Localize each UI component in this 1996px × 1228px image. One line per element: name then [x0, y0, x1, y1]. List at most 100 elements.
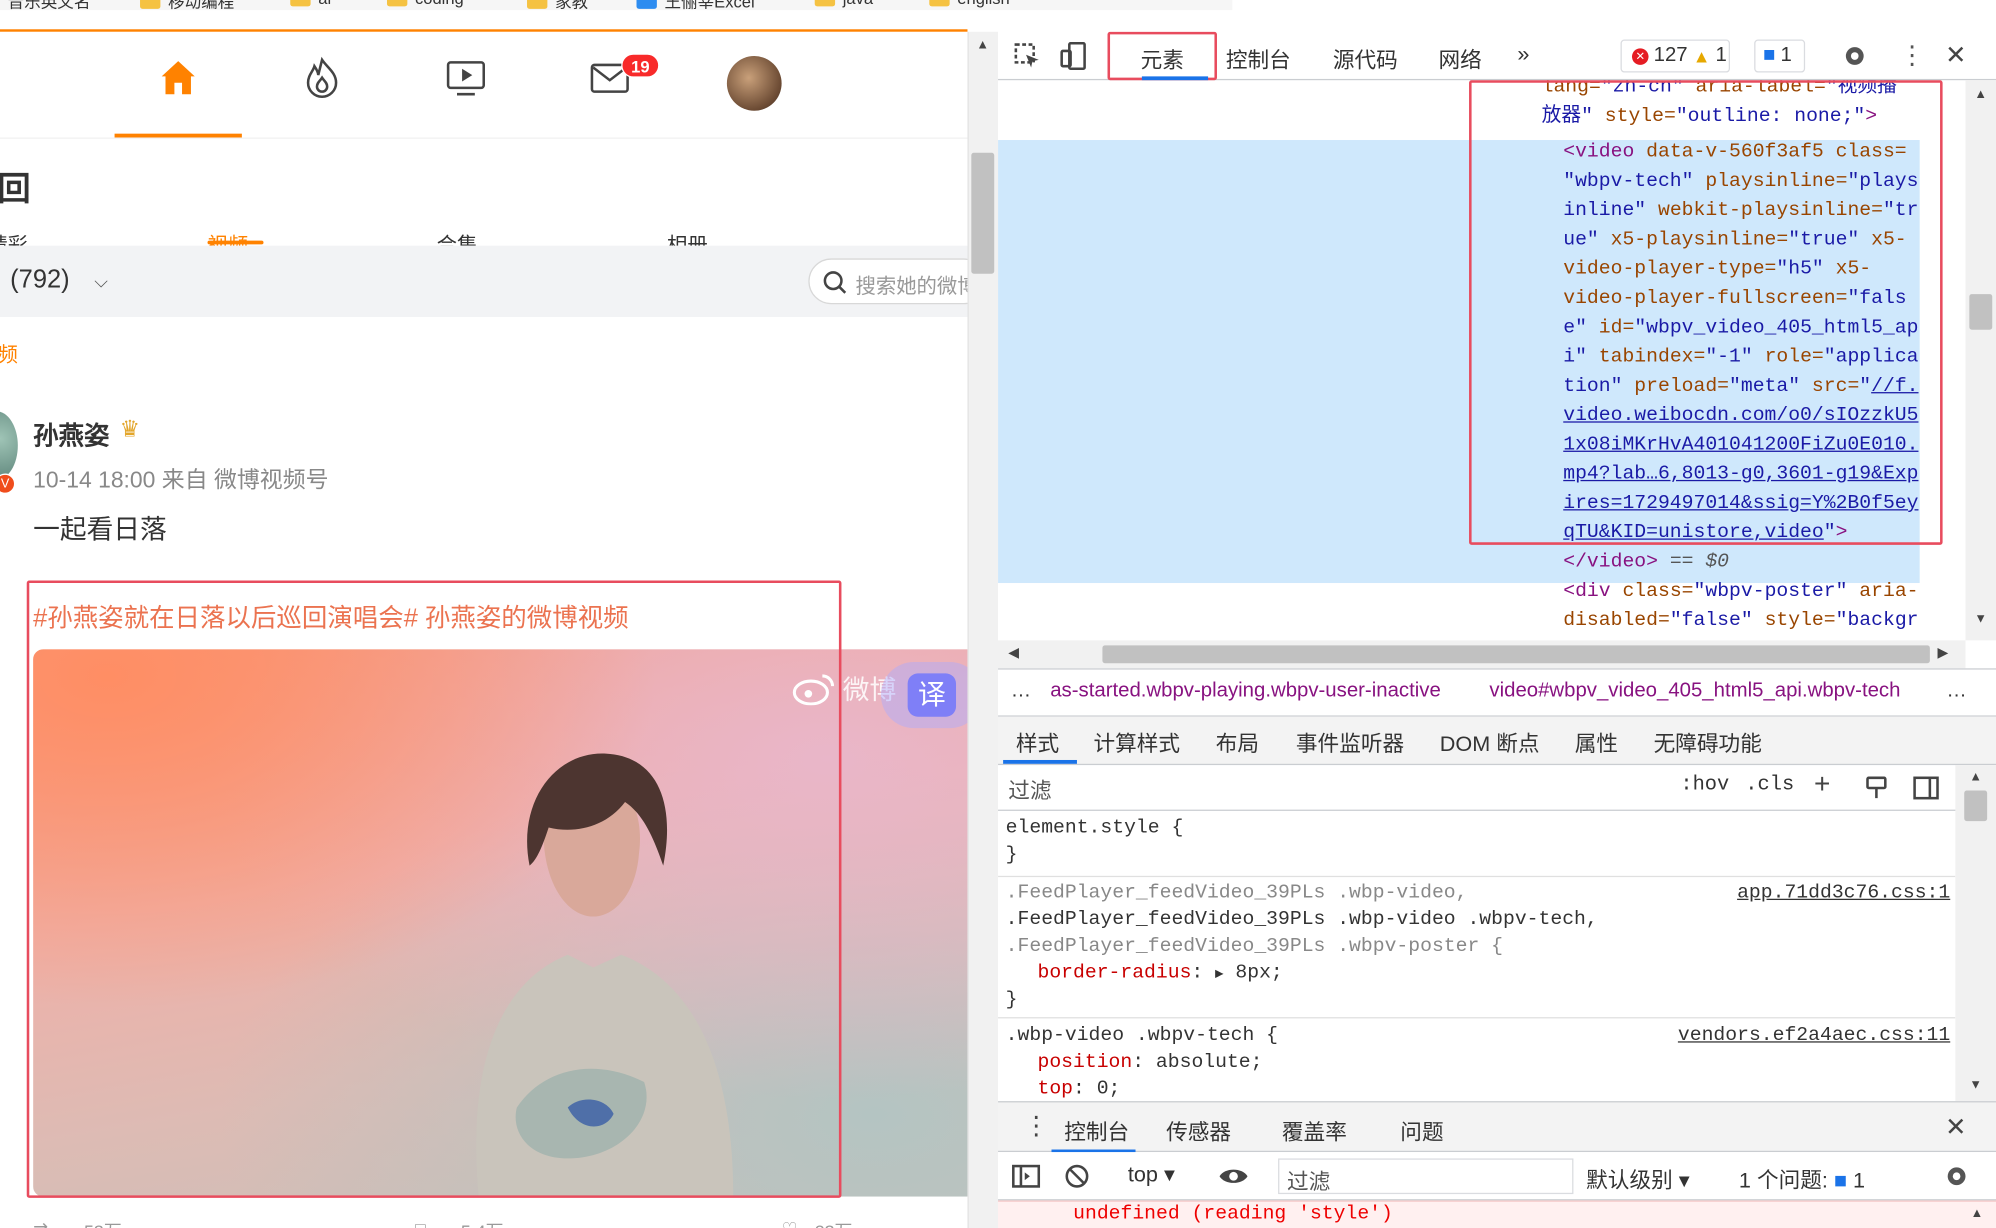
- styles-filter-input[interactable]: 过滤: [1008, 773, 1660, 803]
- bookmark-label: coding: [415, 0, 464, 8]
- rule-selector[interactable]: .FeedPlayer_feedVideo_39PLs .wbpv-poster…: [1006, 933, 1503, 960]
- scrollbar-thumb[interactable]: [1969, 294, 1993, 330]
- tab-coverage[interactable]: 覆盖率: [1282, 1114, 1347, 1146]
- video-icon[interactable]: [443, 55, 489, 101]
- clear-console-icon[interactable]: [1064, 1164, 1089, 1189]
- tab-dom-breakpoints[interactable]: DOM 断点: [1440, 726, 1540, 758]
- more-options-icon[interactable]: ⋮: [1899, 39, 1924, 71]
- breadcrumb-ellipsis[interactable]: …: [1011, 680, 1031, 703]
- comment-icon[interactable]: □: [415, 1218, 426, 1228]
- scrollbar-thumb[interactable]: [971, 152, 995, 274]
- bookmark-item[interactable]: ai: [290, 0, 331, 8]
- breadcrumb-item[interactable]: as-started.wbpv-playing.wbpv-user-inacti…: [1050, 680, 1441, 703]
- scroll-down-icon[interactable]: ▼: [1974, 612, 1987, 626]
- tab-sensors[interactable]: 传感器: [1166, 1114, 1231, 1146]
- sidebar-toggle-icon[interactable]: [1011, 1164, 1042, 1189]
- context-selector[interactable]: top ▾: [1128, 1162, 1175, 1187]
- styles-scrollbar[interactable]: ▲ ▼: [1955, 765, 1996, 1102]
- tab-accessibility[interactable]: 无障碍功能: [1654, 726, 1762, 758]
- scroll-up-icon[interactable]: ▲: [976, 38, 989, 52]
- profile-tab[interactable]: 合集: [437, 228, 478, 246]
- bookmark-item[interactable]: 家教: [527, 0, 588, 10]
- eye-icon[interactable]: [1217, 1165, 1250, 1188]
- close-icon[interactable]: ✕: [1945, 1111, 1966, 1143]
- rule-selector[interactable]: .FeedPlayer_feedVideo_39PLs .wbp-video,: [1006, 880, 1468, 907]
- breadcrumb-item[interactable]: video#wbpv_video_405_html5_api.wbpv-tech: [1489, 680, 1900, 703]
- dom-hscrollbar[interactable]: ◀ ▶: [998, 640, 1966, 669]
- log-level-selector[interactable]: 默认级别 ▾: [1586, 1162, 1689, 1194]
- messages-counter[interactable]: ■ 1: [1754, 39, 1806, 73]
- issues-counter[interactable]: ✕ 127 ▲ 1: [1620, 39, 1731, 73]
- scroll-up-icon[interactable]: ▲: [1971, 1207, 1984, 1221]
- bookmark-item[interactable]: coding: [386, 0, 464, 8]
- tab-console[interactable]: 控制台: [1226, 42, 1291, 74]
- bookmark-item[interactable]: english: [929, 0, 1010, 8]
- dom-scrollbar[interactable]: ▲ ▼: [1965, 80, 1996, 641]
- rule-selector[interactable]: element.style {: [1006, 815, 1184, 842]
- bookmark-item[interactable]: 移动编程: [140, 0, 234, 10]
- drawer-menu-icon[interactable]: ⋮: [1023, 1110, 1048, 1142]
- bookmark-item[interactable]: 王俪莘Excel: [636, 0, 755, 10]
- user-avatar[interactable]: [726, 56, 782, 111]
- page-scrollbar[interactable]: ▲: [967, 31, 999, 1228]
- tab-layout[interactable]: 布局: [1216, 726, 1259, 758]
- scroll-up-icon[interactable]: ▲: [1969, 770, 1982, 784]
- console-filter-input[interactable]: 过滤: [1278, 1158, 1574, 1195]
- bookmark-item[interactable]: 音乐英文名: [8, 0, 91, 10]
- post-avatar[interactable]: [0, 411, 18, 480]
- device-toolbar-icon[interactable]: [1059, 41, 1087, 72]
- scrollbar-thumb[interactable]: [1102, 645, 1930, 664]
- expand-icon[interactable]: ▶: [1215, 967, 1223, 982]
- profile-tab[interactable]: 相册: [667, 228, 708, 246]
- close-icon[interactable]: ✕: [1945, 39, 1966, 71]
- profile-tab[interactable]: 精彩: [0, 228, 28, 246]
- hov-toggle[interactable]: :hov: [1680, 773, 1729, 796]
- tab-event-listeners[interactable]: 事件监听器: [1296, 726, 1404, 758]
- chevron-down-icon[interactable]: ⌵: [94, 271, 108, 293]
- scroll-up-icon[interactable]: ▲: [1974, 88, 1987, 102]
- styles-pane: element.style { } .FeedPlayer_feedVideo_…: [998, 811, 1956, 1101]
- dom-line[interactable]: <div class="wbpv-poster" aria-: [1563, 577, 1918, 606]
- tab-drawer-console[interactable]: 控制台: [1064, 1114, 1129, 1146]
- gear-icon[interactable]: [1943, 1162, 1971, 1190]
- translate-button[interactable]: 译: [907, 673, 957, 717]
- issues-button[interactable]: 1 个问题: ■ 1: [1739, 1162, 1865, 1194]
- dom-token: style=: [1752, 608, 1836, 632]
- like-icon[interactable]: ♡: [782, 1218, 798, 1228]
- tab-properties[interactable]: 属性: [1575, 726, 1618, 758]
- breadcrumb-ellipsis[interactable]: …: [1946, 680, 1966, 703]
- bookmark-item[interactable]: java: [814, 0, 873, 8]
- more-tabs-icon[interactable]: »: [1517, 42, 1529, 67]
- highlight-box: [26, 580, 842, 1198]
- tab-issues[interactable]: 问题: [1400, 1114, 1443, 1146]
- context-label: top: [1127, 1162, 1158, 1187]
- repost-icon[interactable]: ⇄: [33, 1218, 48, 1228]
- tab-styles[interactable]: 样式: [1016, 726, 1059, 758]
- scroll-left-icon[interactable]: ◀: [1008, 644, 1019, 660]
- tab-network[interactable]: 网络: [1438, 42, 1481, 74]
- dom-line[interactable]: </video> == $0: [1563, 547, 1729, 576]
- inspect-element-icon[interactable]: [1013, 42, 1041, 70]
- scroll-down-icon[interactable]: ▼: [1969, 1078, 1982, 1092]
- css-declaration[interactable]: position: absolute;: [1037, 1049, 1262, 1076]
- search-input[interactable]: 搜索她的微博: [808, 258, 968, 305]
- source-link[interactable]: vendors.ef2a4aec.css:11: [1678, 1022, 1950, 1049]
- rule-selector[interactable]: .FeedPlayer_feedVideo_39PLs .wbp-video .…: [1006, 906, 1598, 933]
- scrollbar-thumb[interactable]: [1964, 790, 1988, 822]
- home-icon[interactable]: [155, 55, 201, 101]
- css-declaration[interactable]: border-radius: ▶ 8px;: [1037, 960, 1282, 989]
- sidebar-toggle-icon[interactable]: [1912, 775, 1940, 800]
- source-link[interactable]: app.71dd3c76.css:1: [1737, 880, 1950, 907]
- scroll-right-icon[interactable]: ▶: [1938, 644, 1949, 660]
- rule-selector[interactable]: .wbp-video .wbpv-tech {: [1006, 1022, 1278, 1049]
- dom-line[interactable]: disabled="false" style="backgr: [1563, 606, 1918, 635]
- tab-sources[interactable]: 源代码: [1333, 42, 1398, 74]
- tab-computed[interactable]: 计算样式: [1094, 726, 1181, 758]
- paint-icon[interactable]: [1864, 775, 1889, 800]
- css-declaration[interactable]: top: 0;: [1037, 1076, 1120, 1101]
- cls-toggle[interactable]: .cls: [1745, 773, 1794, 796]
- post-username[interactable]: 孙燕姿: [33, 415, 109, 452]
- hot-icon[interactable]: [299, 55, 345, 101]
- add-rule-icon[interactable]: +: [1814, 768, 1830, 801]
- gear-icon[interactable]: [1841, 42, 1869, 70]
